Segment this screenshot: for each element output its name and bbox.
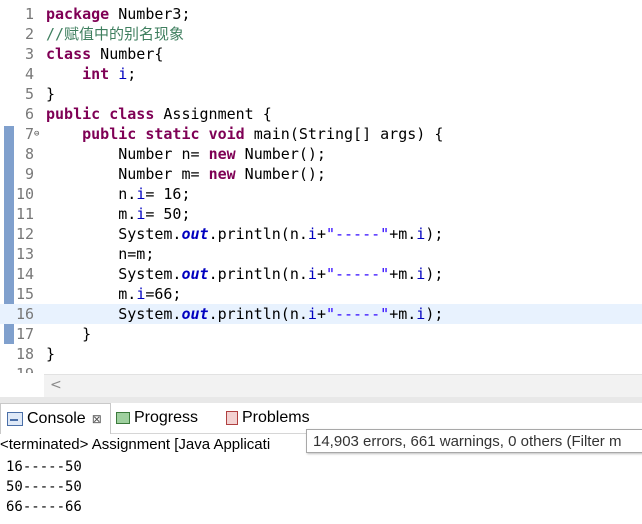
code-text: public static void main(String[] args) {	[82, 125, 444, 143]
code-text: package Number3;	[46, 5, 191, 23]
code-text: }	[46, 85, 56, 103]
line-number: 15	[15, 285, 34, 303]
code-text: class Number{	[46, 45, 164, 63]
code-line[interactable]: 4 int i;	[0, 64, 642, 84]
code-text: System.out.println(n.i+"-----"+m.i);	[46, 225, 444, 243]
line-number: 16	[15, 305, 34, 323]
tab-console[interactable]: Console ⊠	[0, 403, 111, 434]
code-line[interactable]: 16 System.out.println(n.i+"-----"+m.i);	[0, 304, 642, 324]
line-number: 3	[24, 45, 34, 63]
line-number: 13	[15, 245, 34, 263]
line-number: 11	[15, 205, 34, 223]
problems-icon	[226, 411, 238, 425]
progress-icon	[116, 412, 130, 424]
console-output-line: 66-----66	[6, 499, 82, 515]
tab-progress[interactable]: Progress	[116, 403, 198, 433]
problems-tooltip: 14,903 errors, 661 warnings, 0 others (F…	[306, 429, 642, 453]
code-text: Number n= new Number();	[46, 145, 326, 163]
line-number: 9	[24, 165, 34, 183]
code-line[interactable]: 3 class Number{	[0, 44, 642, 64]
line-number: 1	[24, 5, 34, 23]
code-line[interactable]: 9 Number m= new Number();	[0, 164, 642, 184]
code-text: public class Assignment {	[46, 105, 272, 123]
tab-console-label: Console	[27, 410, 86, 427]
code-line[interactable]: 1 package Number3;	[0, 4, 642, 24]
code-line[interactable]: 19	[0, 364, 642, 373]
line-number: 8	[24, 145, 34, 163]
code-text: System.out.println(n.i+"-----"+m.i);	[46, 305, 444, 323]
code-line[interactable]: 6 public class Assignment {	[0, 104, 642, 124]
code-line[interactable]: 13 n=m;	[0, 244, 642, 264]
code-text: }	[46, 345, 56, 363]
code-line[interactable]: 17 }	[0, 324, 642, 344]
code-line[interactable]: 14 System.out.println(n.i+"-----"+m.i);	[0, 264, 642, 284]
line-number: 19	[0, 364, 34, 373]
code-line[interactable]: 11 m.i= 50;	[0, 204, 642, 224]
code-line[interactable]: 7 ⊖ public static void main(String[] args…	[0, 124, 642, 144]
close-icon[interactable]: ⊠	[92, 404, 102, 434]
tab-problems[interactable]: Problems	[226, 403, 310, 433]
horizontal-scrollbar[interactable]: <	[44, 374, 642, 397]
console-output-line: 16-----50	[6, 459, 82, 475]
code-text: System.out.println(n.i+"-----"+m.i);	[46, 265, 444, 283]
code-text: m.i= 50;	[46, 205, 191, 223]
code-text: n.i= 16;	[46, 185, 191, 203]
scroll-left-icon[interactable]: <	[50, 377, 62, 393]
code-line[interactable]: 2 //赋值中的别名现象	[0, 24, 642, 44]
code-line[interactable]: 15 m.i=66;	[0, 284, 642, 304]
tab-progress-label: Progress	[134, 409, 199, 426]
code-line[interactable]: 12 System.out.println(n.i+"-----"+m.i);	[0, 224, 642, 244]
line-number: 18	[15, 345, 34, 363]
line-number: 7	[24, 125, 34, 143]
console-icon	[7, 412, 23, 426]
console-output-line: 50-----50	[6, 479, 82, 495]
line-number: 17	[15, 325, 34, 343]
code-text: int i;	[82, 65, 137, 83]
code-text: m.i=66;	[46, 285, 182, 303]
line-number: 5	[24, 85, 34, 103]
line-number: 6	[24, 105, 34, 123]
code-line[interactable]: 5}	[0, 84, 642, 104]
code-line[interactable]: 18}	[0, 344, 642, 364]
line-number: 4	[24, 65, 34, 83]
code-text: Number m= new Number();	[46, 165, 326, 183]
code-editor[interactable]: 1 package Number3; 2 //赋值中的别名现象 3 class Numbe…	[0, 0, 642, 373]
code-text: n=m;	[46, 245, 155, 263]
fold-toggle-icon[interactable]: ⊖	[34, 124, 44, 144]
line-number: 2	[24, 25, 34, 43]
tab-problems-label: Problems	[242, 409, 310, 426]
code-text: }	[46, 325, 92, 343]
line-number: 10	[15, 185, 34, 203]
line-number: 14	[15, 265, 34, 283]
line-number: 12	[15, 225, 34, 243]
code-line[interactable]: 10 n.i= 16;	[0, 184, 642, 204]
code-text: //赋值中的别名现象	[46, 25, 185, 43]
code-line[interactable]: 8 Number n= new Number();	[0, 144, 642, 164]
